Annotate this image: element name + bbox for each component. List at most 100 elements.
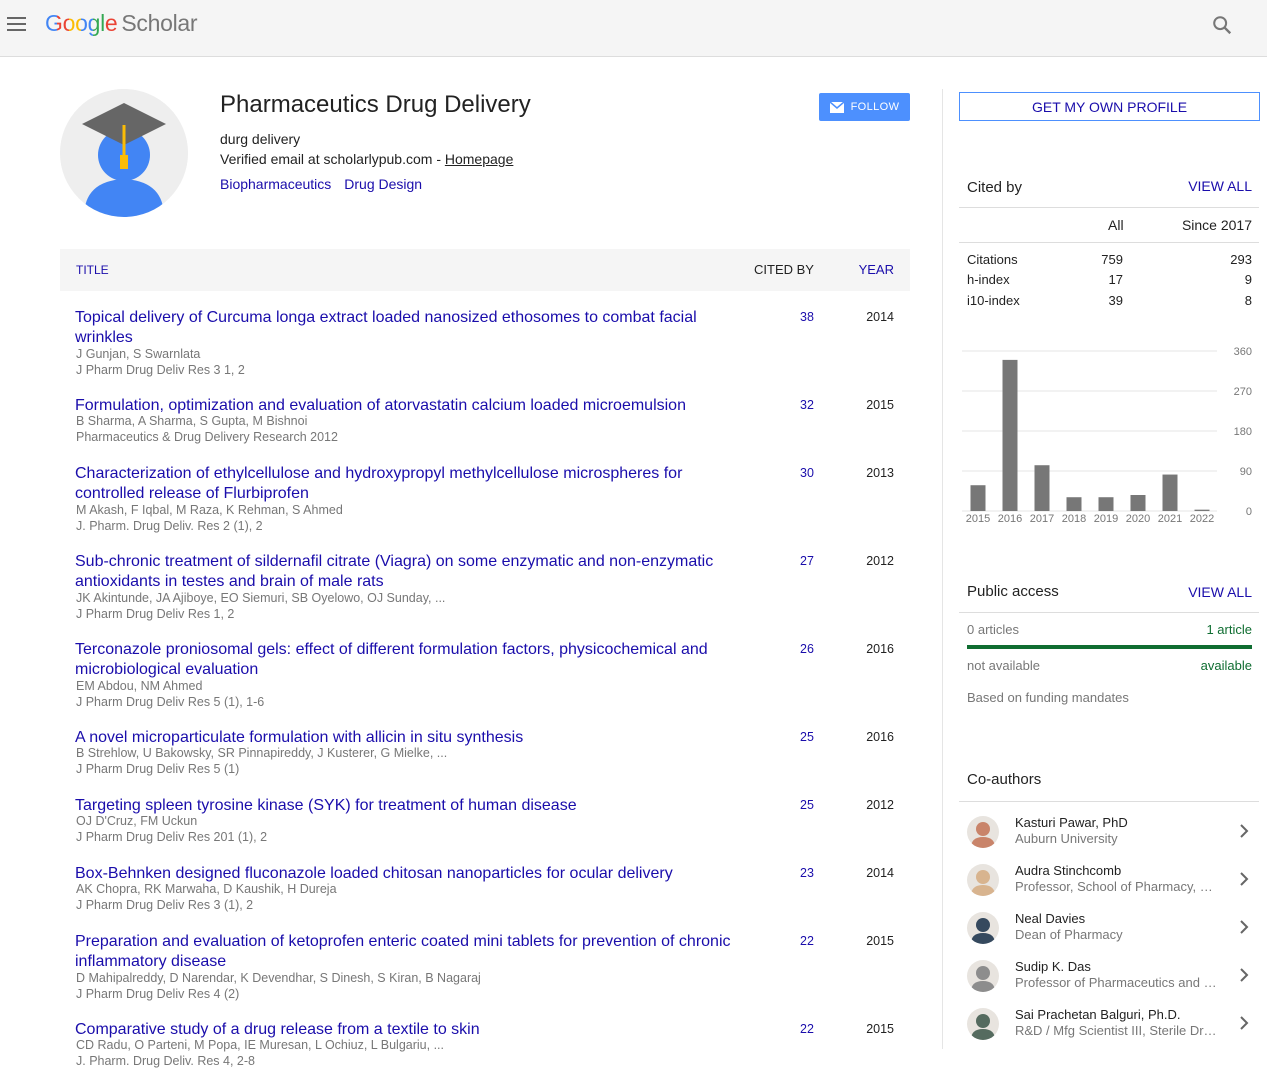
co-author-item[interactable]: Sai Prachetan Balguri, Ph.D. R&D / Mfg Sc…: [959, 1002, 1259, 1048]
articles-available-count: 1 article: [1206, 622, 1252, 637]
publication-year: 2016: [866, 642, 894, 656]
co-author-name: Sudip K. Das: [1015, 959, 1091, 974]
publication-title[interactable]: Characterization of ethylcellulose and h…: [75, 464, 745, 504]
cited-by-count[interactable]: 26: [800, 642, 814, 656]
chart-bar-2021[interactable]: [1162, 474, 1178, 511]
publication-venue: J Pharm Drug Deliv Res 4 (2): [76, 987, 240, 1001]
divider: [959, 242, 1259, 243]
not-available-label: not available: [967, 658, 1040, 673]
x-tick-label: 2016: [998, 513, 1022, 525]
public-access-heading: Public access: [967, 583, 1059, 600]
divider: [959, 801, 1259, 802]
funding-mandates-note: Based on funding mandates: [967, 690, 1129, 705]
publication-year: 2014: [866, 866, 894, 880]
cited-by-count[interactable]: 22: [800, 1022, 814, 1036]
publication-title[interactable]: Topical delivery of Curcuma longa extrac…: [75, 308, 745, 348]
x-tick-label: 2021: [1158, 513, 1182, 525]
publication-year: 2014: [866, 310, 894, 324]
sort-by-title[interactable]: TITLE: [76, 263, 109, 277]
x-tick-label: 2018: [1062, 513, 1086, 525]
i10-index-since: 8: [1244, 293, 1252, 308]
cited-by-heading: Cited by: [967, 179, 1023, 196]
y-tick-label: 180: [1234, 426, 1252, 438]
chevron-right-icon: [1240, 824, 1249, 838]
publication-authors: B Strehlow, U Bakowsky, SR Pinnapireddy,…: [76, 746, 448, 760]
chart-bar-2020[interactable]: [1130, 495, 1146, 511]
x-tick-label: 2020: [1126, 513, 1150, 525]
co-author-item[interactable]: Neal Davies Dean of Pharmacy: [959, 906, 1259, 952]
co-author-name: Sai Prachetan Balguri, Ph.D.: [1015, 1007, 1181, 1022]
h-index-label: h-index: [967, 272, 1010, 287]
cited-by-count[interactable]: 25: [800, 730, 814, 744]
co-author-avatar: [967, 912, 999, 944]
public-access-view-all[interactable]: VIEW ALL: [1188, 584, 1252, 600]
chevron-right-icon: [1240, 920, 1249, 934]
logo-scholar: Scholar: [121, 10, 198, 36]
profile-email: Verified email at scholarlypub.com - Hom…: [220, 151, 513, 167]
publication-authors: EM Abdou, NM Ahmed: [76, 679, 203, 693]
interest-drug-design[interactable]: Drug Design: [344, 176, 422, 192]
citations-per-year-chart: 360 270 180 90 0 2015 2016 2017 2018 2019 2020 2021…: [962, 346, 1252, 525]
profile-affiliation: durg delivery: [220, 131, 301, 147]
citations-label: Citations: [967, 252, 1018, 267]
publications-table-header: TITLE CITED BY YEAR: [60, 249, 910, 291]
logo-google: Google: [45, 10, 118, 36]
h-index-all: 17: [1108, 272, 1123, 287]
chart-bar-2022[interactable]: [1194, 509, 1210, 511]
publication-authors: JK Akintunde, JA Ajiboye, EO Siemuri, SB…: [76, 591, 446, 605]
chart-bar-2016[interactable]: [1002, 359, 1018, 511]
h-index-since: 9: [1244, 272, 1252, 287]
envelope-icon: [829, 101, 844, 113]
verified-email-text: Verified email at scholarlypub.com -: [220, 151, 445, 167]
co-author-name: Neal Davies: [1015, 911, 1086, 926]
co-author-item[interactable]: Kasturi Pawar, PhD Auburn University: [959, 810, 1259, 856]
publication-title[interactable]: Terconazole proniosomal gels: effect of …: [75, 640, 745, 680]
follow-button[interactable]: FOLLOW: [819, 93, 910, 121]
cited-by-count[interactable]: 22: [800, 934, 814, 948]
search-icon[interactable]: [1211, 14, 1233, 36]
cited-by-count[interactable]: 23: [800, 866, 814, 880]
chart-bar-2015[interactable]: [970, 485, 986, 511]
public-access-bar: [967, 645, 1252, 649]
cited-by-header: CITED BY: [754, 262, 814, 277]
co-author-item[interactable]: Sudip K. Das Professor of Pharmaceutics a…: [959, 954, 1259, 1000]
cited-by-count[interactable]: 27: [800, 554, 814, 568]
co-author-avatar: [967, 1008, 999, 1040]
cited-by-view-all[interactable]: VIEW ALL: [1188, 178, 1252, 194]
chart-bar-2019[interactable]: [1098, 497, 1114, 511]
publication-venue: J Pharm Drug Deliv Res 5 (1): [76, 762, 240, 776]
publication-year: 2016: [866, 730, 894, 744]
publication-title[interactable]: Preparation and evaluation of ketoprofen…: [75, 932, 745, 972]
x-tick-label: 2017: [1030, 513, 1054, 525]
y-tick-label: 0: [1246, 506, 1252, 518]
interest-biopharmaceutics[interactable]: Biopharmaceutics: [220, 176, 331, 192]
cited-by-count[interactable]: 25: [800, 798, 814, 812]
chart-bar-2017[interactable]: [1034, 465, 1050, 511]
publication-venue: J. Pharm. Drug Deliv. Res 2 (1), 2: [76, 519, 263, 533]
y-tick-label: 90: [1240, 466, 1252, 478]
divider: [959, 207, 1259, 208]
google-scholar-logo[interactable]: Google Scholar: [45, 10, 198, 37]
homepage-link[interactable]: Homepage: [445, 151, 514, 167]
publication-authors: OJ D'Cruz, FM Uckun: [76, 814, 198, 828]
publication-title[interactable]: Sub-chronic treatment of sildernafil cit…: [75, 552, 745, 592]
cited-by-count[interactable]: 32: [800, 398, 814, 412]
publication-year: 2015: [866, 1022, 894, 1036]
divider: [959, 612, 1259, 613]
co-author-avatar: [967, 864, 999, 896]
sort-by-year[interactable]: YEAR: [859, 262, 894, 277]
co-author-item[interactable]: Audra Stinchcomb Professor, School of Pha…: [959, 858, 1259, 904]
cited-by-count[interactable]: 30: [800, 466, 814, 480]
x-tick-label: 2015: [966, 513, 990, 525]
cited-by-count[interactable]: 38: [800, 310, 814, 324]
x-tick-label: 2022: [1190, 513, 1214, 525]
x-tick-label: 2019: [1094, 513, 1118, 525]
publication-venue: J Pharm Drug Deliv Res 1, 2: [76, 607, 235, 621]
publication-year: 2012: [866, 798, 894, 812]
chart-bar-2018[interactable]: [1066, 497, 1082, 511]
co-author-affiliation: Professor of Pharmaceutics and Pharmaceu…: [1015, 975, 1220, 990]
i10-index-all: 39: [1108, 293, 1123, 308]
menu-icon[interactable]: [7, 17, 26, 33]
publication-year: 2015: [866, 934, 894, 948]
get-my-own-profile-button[interactable]: GET MY OWN PROFILE: [959, 92, 1260, 121]
